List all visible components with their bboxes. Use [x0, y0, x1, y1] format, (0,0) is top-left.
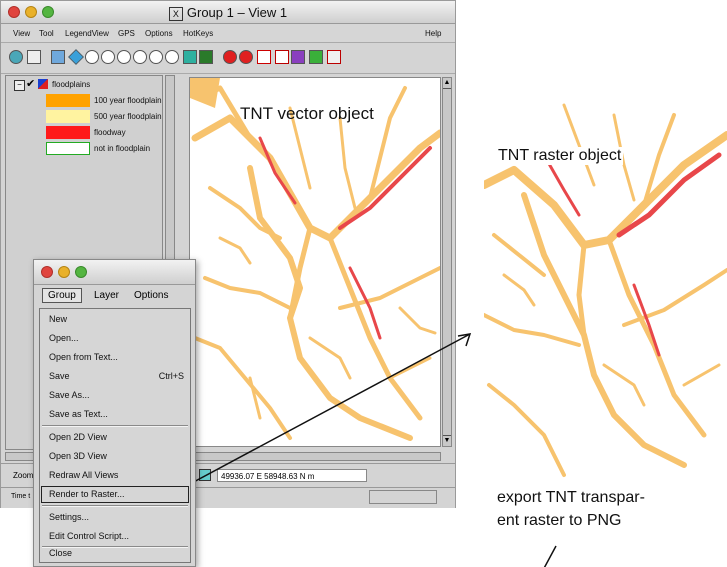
menu-item-open[interactable]: Open... [40, 329, 190, 348]
menu-separator [42, 505, 188, 507]
menu-item-open-from-text[interactable]: Open from Text... [40, 348, 190, 367]
menu-item-label: New [49, 314, 68, 324]
dialog-zoom-button[interactable] [75, 266, 87, 278]
menu-item-label: Open from Text... [49, 352, 118, 362]
menu-item-close[interactable]: Close [40, 545, 190, 562]
group-menu: New Open... Open from Text... Save Ctrl+S… [39, 308, 191, 563]
menu-item-label: Open 3D View [49, 451, 107, 461]
menu-item-label: Save As... [49, 390, 90, 400]
menu-item-save[interactable]: Save Ctrl+S [40, 367, 190, 386]
menu-item-label: Open... [49, 333, 79, 343]
menu-item-label: Open 2D View [49, 432, 107, 442]
menu-item-label: Redraw All Views [49, 470, 119, 480]
export-annotation-line2: ent raster to PNG [497, 512, 622, 529]
menu-item-redraw-all-views[interactable]: Redraw All Views [40, 466, 190, 485]
render-arrow [174, 333, 471, 493]
menu-item-label: Edit Control Script... [49, 531, 130, 541]
dialog-minimize-button[interactable] [58, 266, 70, 278]
menu-group[interactable]: Group [42, 288, 82, 303]
menu-item-save-as[interactable]: Save As... [40, 386, 190, 405]
menu-item-label: Save as Text... [49, 409, 108, 419]
menu-item-open-3d-view[interactable]: Open 3D View [40, 447, 190, 466]
menu-item-render-to-raster[interactable]: Render to Raster... [40, 485, 190, 504]
menu-separator [42, 425, 188, 427]
dialog-close-button[interactable] [41, 266, 53, 278]
menu-item-open-2d-view[interactable]: Open 2D View [40, 428, 190, 447]
menu-layer[interactable]: Layer [94, 290, 119, 301]
menu-item-settings[interactable]: Settings... [40, 508, 190, 527]
menu-item-edit-control-script[interactable]: Edit Control Script... [40, 527, 190, 546]
export-arrow [543, 545, 557, 567]
menu-options[interactable]: Options [134, 290, 168, 301]
export-annotation-line1: export TNT transpar- [497, 489, 645, 506]
dialog-title-bar [34, 260, 195, 285]
dialog-menubar: Group Layer Options [34, 285, 195, 307]
menu-item-save-as-text[interactable]: Save as Text... [40, 405, 190, 424]
menu-item-label: Settings... [49, 512, 90, 522]
menu-item-new[interactable]: New [40, 310, 190, 329]
group-dialog: Group Layer Options New Open... Open fro… [33, 259, 196, 567]
menu-item-label: Close [49, 548, 73, 558]
menu-item-label: Save [49, 371, 70, 381]
menu-item-label: Render to Raster... [49, 489, 125, 499]
menu-item-shortcut: Ctrl+S [158, 371, 184, 381]
